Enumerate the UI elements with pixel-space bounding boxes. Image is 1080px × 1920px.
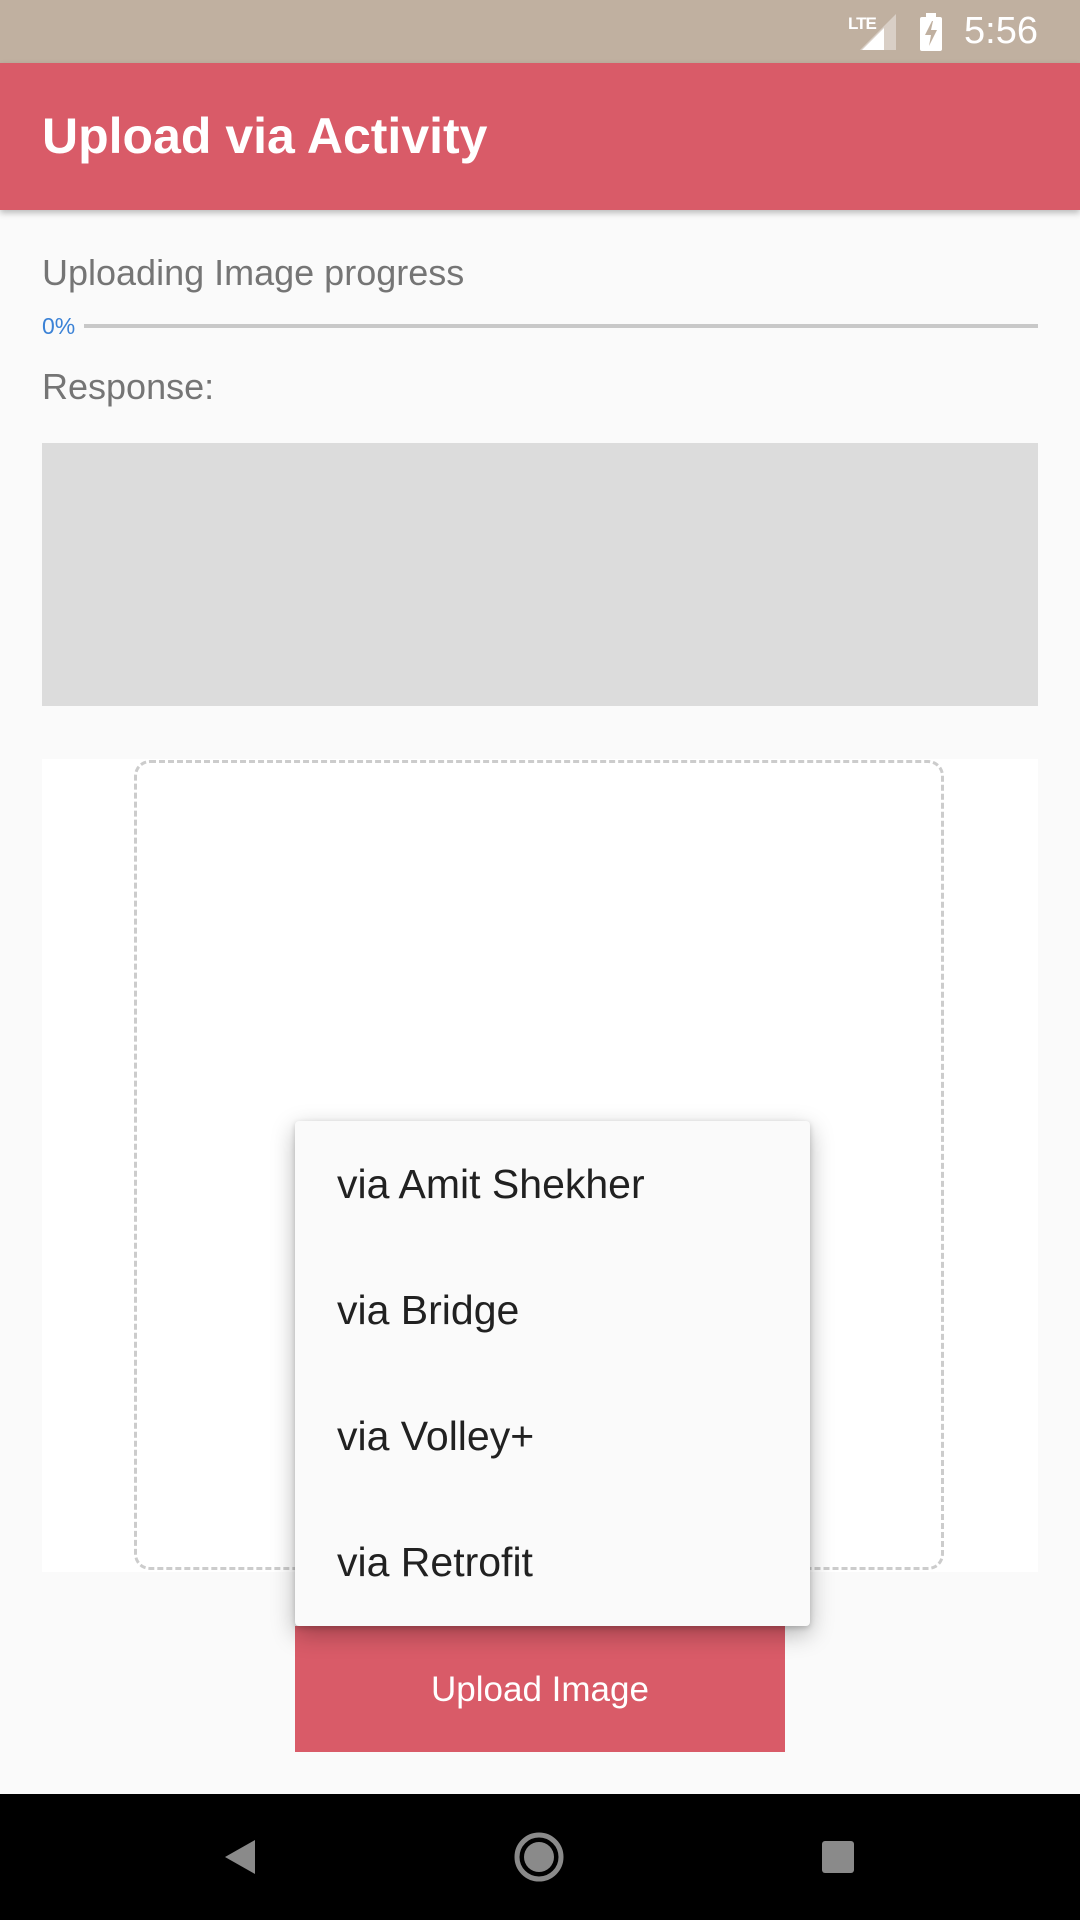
status-icons: LTE 5:56 xyxy=(848,0,1038,63)
back-icon[interactable] xyxy=(207,1824,273,1890)
upload-image-button[interactable]: Upload Image xyxy=(295,1626,785,1752)
app-bar: Upload via Activity xyxy=(0,63,1080,210)
progress-label: Uploading Image progress xyxy=(42,252,465,293)
upload-method-menu: via Amit Shekher via Bridge via Volley+ … xyxy=(295,1121,810,1626)
home-icon[interactable] xyxy=(506,1824,572,1890)
progress-bar xyxy=(84,324,1038,328)
status-time: 5:56 xyxy=(964,10,1038,52)
menu-item-amit-shekher[interactable]: via Amit Shekher xyxy=(295,1121,810,1247)
menu-item-retrofit[interactable]: via Retrofit xyxy=(295,1499,810,1625)
navigation-bar xyxy=(0,1794,1080,1920)
battery-charging-icon xyxy=(920,12,943,51)
response-text-box xyxy=(42,443,1038,706)
menu-item-volley-plus[interactable]: via Volley+ xyxy=(295,1373,810,1499)
progress-percent: 0% xyxy=(42,313,76,339)
menu-item-bridge[interactable]: via Bridge xyxy=(295,1247,810,1373)
status-bar: LTE 5:56 xyxy=(0,0,1080,63)
page-title: Upload via Activity xyxy=(42,108,488,164)
recents-icon[interactable] xyxy=(805,1824,871,1890)
lte-signal-icon: LTE xyxy=(848,12,898,52)
response-label: Response: xyxy=(42,366,215,407)
